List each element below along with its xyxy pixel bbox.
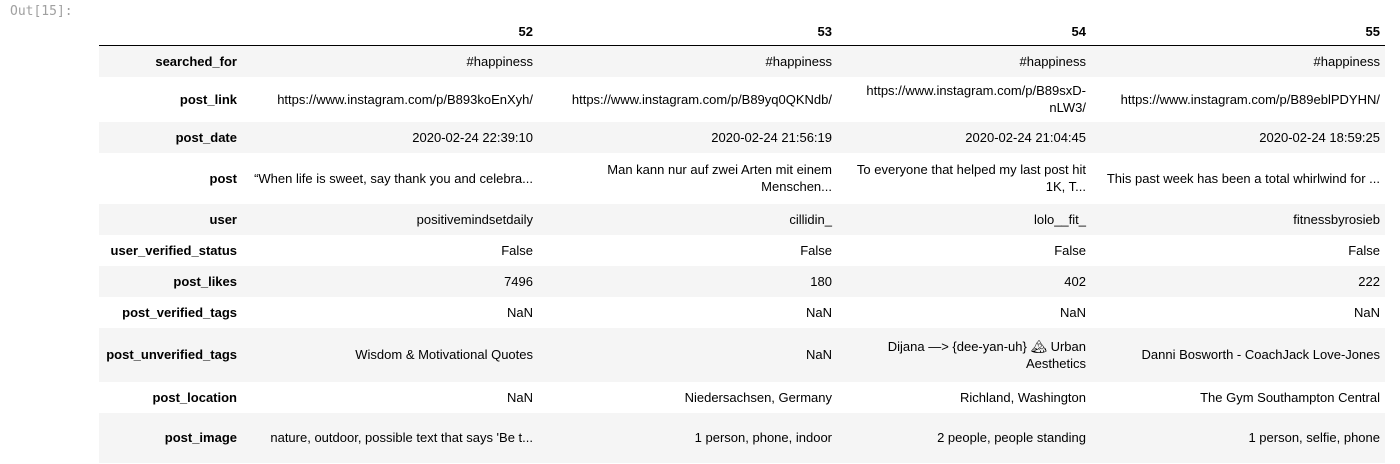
table-row: post_link https://www.instagram.com/p/B8… xyxy=(99,76,1385,122)
table-row: post_location NaN Niedersachsen, Germany… xyxy=(99,381,1385,413)
row-label: post_date xyxy=(175,129,237,145)
table-cell: 2020-02-24 18:59:25 xyxy=(1259,129,1380,145)
table-cell: NaN xyxy=(1353,304,1380,320)
table-cell: lolo__fit_ xyxy=(1033,211,1086,227)
table-cell: NaN xyxy=(506,304,533,320)
dataframe-output: 52 53 54 55 searched_for #happiness #hap… xyxy=(99,17,1385,463)
row-label: searched_for xyxy=(155,53,237,69)
table-cell: 1 person, selfie, phone xyxy=(1248,430,1380,445)
table-row: post_unverified_tags Wisdom & Motivation… xyxy=(99,327,1385,382)
table-cell: https://www.instagram.com/p/B89yq0QKNdb/ xyxy=(571,91,832,107)
table-cell: 402 xyxy=(1064,273,1086,289)
table-cell: 2020-02-24 21:56:19 xyxy=(711,129,832,145)
row-label: user xyxy=(209,211,237,227)
table-cell: https://www.instagram.com/p/B893koEnXyh/ xyxy=(277,91,533,107)
table-cell: 2 people, people standing xyxy=(937,430,1086,445)
table-cell: “When life is sweet, say thank you and c… xyxy=(254,170,533,186)
table-cell: 2020-02-24 22:39:10 xyxy=(412,129,533,145)
table-cell: NaN xyxy=(506,389,533,405)
table-row: post_verified_tags NaN NaN NaN NaN xyxy=(99,296,1385,328)
table-cell: The Gym Southampton Central xyxy=(1200,389,1380,405)
table-cell: 1 person, phone, indoor xyxy=(694,430,832,445)
table-cell: NaN xyxy=(1059,304,1086,320)
table-cell: 222 xyxy=(1358,273,1380,289)
column-header: 54 xyxy=(837,17,1091,46)
table-row: searched_for #happiness #happiness #happ… xyxy=(99,45,1385,77)
table-cell: nature, outdoor, possible text that says… xyxy=(270,430,533,445)
table-row: post_image nature, outdoor, possible tex… xyxy=(99,412,1385,463)
row-label: post_link xyxy=(179,91,237,107)
column-header: 55 xyxy=(1091,17,1385,46)
table-cell: False xyxy=(1348,242,1380,258)
table-cell: fitnessbyrosieb xyxy=(1293,211,1380,227)
table-cell: Wisdom & Motivational Quotes xyxy=(355,347,533,362)
table-cell: https://www.instagram.com/p/B89sxD-nLW3/ xyxy=(866,83,1086,115)
header-row: 52 53 54 55 xyxy=(99,17,1385,46)
table-cell: 2020-02-24 21:04:45 xyxy=(965,129,1086,145)
table-cell: https://www.instagram.com/p/B89eblPDYHN/ xyxy=(1120,91,1380,107)
table-row: post_date 2020-02-24 22:39:10 2020-02-24… xyxy=(99,121,1385,153)
output-prompt: Out[15]: xyxy=(10,4,73,19)
row-label: user_verified_status xyxy=(110,242,237,258)
row-label: post xyxy=(209,170,237,186)
dataframe-table: 52 53 54 55 searched_for #happiness #hap… xyxy=(99,17,1385,463)
row-label: post_unverified_tags xyxy=(106,347,237,362)
table-cell: #happiness xyxy=(466,53,534,69)
table-row: post “When life is sweet, say thank you … xyxy=(99,152,1385,204)
table-cell: #happiness xyxy=(1019,53,1087,69)
table-cell: #happiness xyxy=(765,53,833,69)
row-label: post_likes xyxy=(173,273,237,289)
table-row: user_verified_status False False False F… xyxy=(99,234,1385,266)
table-cell: 7496 xyxy=(504,273,533,289)
row-label: post_image xyxy=(164,430,237,445)
table-cell: False xyxy=(501,242,533,258)
table-cell: Man kann nur auf zwei Arten mit einem Me… xyxy=(607,162,832,194)
table-cell: Niedersachsen, Germany xyxy=(684,389,832,405)
table-cell: positivemindsetdaily xyxy=(416,211,533,227)
table-cell: NaN xyxy=(805,347,832,362)
table-row: post_likes 7496 180 402 222 xyxy=(99,265,1385,297)
table-cell: Dijana —> {dee-yan-uh} 🏔 Urban Aesthetic… xyxy=(887,338,1086,371)
table-cell: Danni Bosworth - CoachJack Love-Jones xyxy=(1141,347,1380,362)
table-cell: cillidin_ xyxy=(789,211,832,227)
table-cell: NaN xyxy=(805,304,832,320)
table-cell: This past week has been a total whirlwin… xyxy=(1106,170,1380,186)
table-cell: To everyone that helped my last post hit… xyxy=(856,162,1086,194)
table-cell: False xyxy=(1054,242,1086,258)
column-header: 53 xyxy=(538,17,837,46)
table-cell: #happiness xyxy=(1313,53,1381,69)
table-cell: Richland, Washington xyxy=(960,389,1086,405)
table-cell: 180 xyxy=(810,273,832,289)
column-header: 52 xyxy=(247,17,538,46)
row-label: post_verified_tags xyxy=(122,304,237,320)
row-label: post_location xyxy=(152,389,237,405)
table-cell: False xyxy=(800,242,832,258)
table-row: user positivemindsetdaily cillidin_ lolo… xyxy=(99,203,1385,235)
index-header-blank xyxy=(99,17,247,46)
